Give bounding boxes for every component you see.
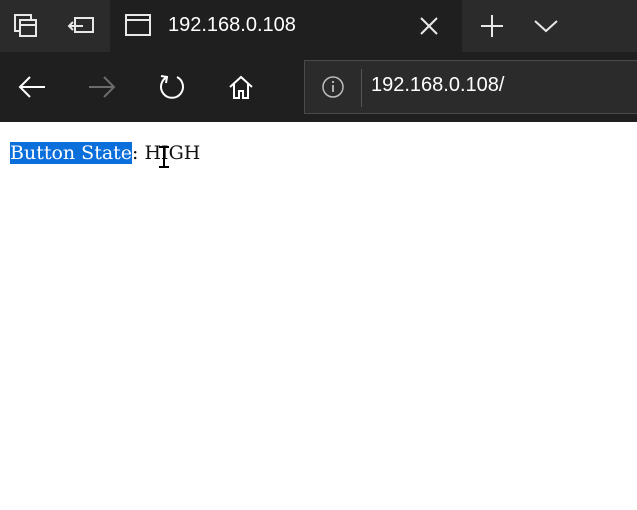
refresh-icon bbox=[160, 75, 184, 99]
tab-title: 192.168.0.108 bbox=[168, 14, 296, 36]
tab-list-button[interactable] bbox=[524, 0, 568, 52]
active-tab[interactable]: 192.168.0.108 bbox=[110, 0, 462, 52]
refresh-button[interactable] bbox=[152, 67, 192, 107]
tab-actions-button[interactable] bbox=[0, 0, 52, 52]
text-cursor-icon bbox=[159, 146, 169, 168]
chevron-down-icon bbox=[534, 20, 558, 33]
back-button[interactable] bbox=[12, 67, 52, 107]
set-aside-tabs-icon bbox=[67, 17, 94, 33]
navigation-bar: 192.168.0.108/ bbox=[0, 52, 637, 122]
new-tab-button[interactable] bbox=[470, 0, 514, 52]
home-icon bbox=[229, 75, 253, 99]
selected-text[interactable]: Button State bbox=[10, 142, 133, 164]
address-bar[interactable]: 192.168.0.108/ bbox=[304, 60, 637, 114]
page-content: Button State: HIGH bbox=[0, 122, 637, 510]
back-arrow-icon bbox=[18, 76, 45, 98]
forward-button[interactable] bbox=[82, 67, 122, 107]
info-icon[interactable] bbox=[321, 75, 345, 99]
address-url[interactable]: 192.168.0.108/ bbox=[371, 71, 504, 99]
forward-arrow-icon bbox=[89, 76, 116, 98]
home-button[interactable] bbox=[221, 67, 261, 107]
page-icon bbox=[125, 14, 151, 36]
address-divider bbox=[361, 69, 362, 107]
set-aside-tabs-button[interactable] bbox=[56, 0, 108, 52]
title-bar: 192.168.0.108 bbox=[0, 0, 637, 52]
tab-actions-icon bbox=[14, 14, 37, 37]
close-icon[interactable] bbox=[414, 11, 444, 41]
plus-icon bbox=[481, 15, 503, 37]
